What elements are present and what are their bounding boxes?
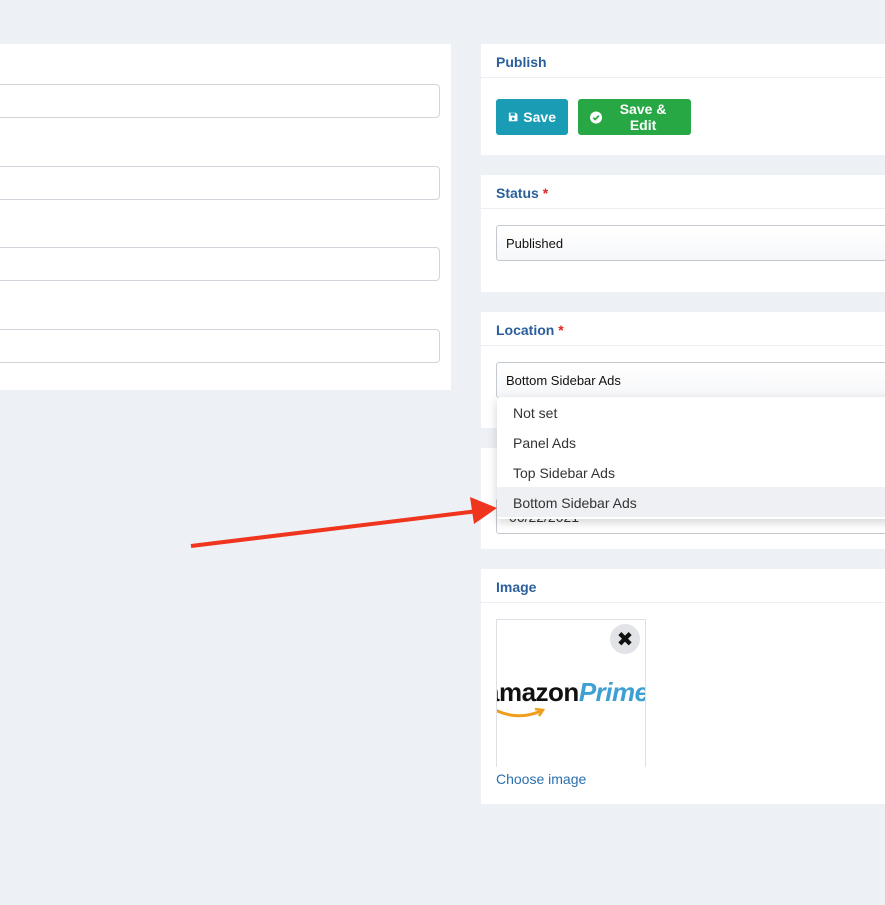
location-select[interactable]: Bottom Sidebar Ads <box>496 362 885 398</box>
save-button[interactable]: Save <box>496 99 568 135</box>
save-button-label: Save <box>523 109 556 125</box>
save-and-edit-button-label: Save & Edit <box>619 101 667 133</box>
location-header: Location * <box>481 312 885 346</box>
image-title: Image <box>496 579 537 595</box>
status-select[interactable]: Published <box>496 225 885 261</box>
location-title: Location <box>496 322 555 338</box>
status-box: Status * Published <box>481 175 885 292</box>
amazon-prime-logo: amazonPrime <box>497 677 645 718</box>
dropdown-option-panel-ads[interactable]: Panel Ads <box>497 427 885 457</box>
dropdown-option-not-set[interactable]: Not set <box>497 397 885 427</box>
form-input-4[interactable] <box>0 329 440 363</box>
location-selected-value: Bottom Sidebar Ads <box>506 373 621 388</box>
save-and-edit-button[interactable]: Save & Edit <box>578 99 691 135</box>
close-icon[interactable]: ✖ <box>610 624 640 654</box>
form-input-1[interactable] <box>0 84 440 118</box>
status-selected-value: Published <box>506 236 564 251</box>
dropdown-option-bottom-sidebar-ads[interactable]: Bottom Sidebar Ads <box>497 487 885 517</box>
status-title: Status <box>496 185 539 201</box>
image-header: Image <box>481 569 885 603</box>
publish-title: Publish <box>496 54 547 70</box>
form-input-2[interactable] <box>0 166 440 200</box>
publish-header: Publish <box>481 44 885 78</box>
location-dropdown-menu: Not set Panel Ads Top Sidebar Ads Bottom… <box>497 397 885 519</box>
status-header: Status * <box>481 175 885 209</box>
image-preview: amazonPrime ✖ <box>496 619 646 767</box>
check-circle-icon <box>590 110 603 124</box>
publish-box: Publish Save Save & Edit <box>481 44 885 155</box>
choose-image-link[interactable]: Choose image <box>496 771 586 787</box>
required-mark: * <box>542 185 549 201</box>
dropdown-option-top-sidebar-ads[interactable]: Top Sidebar Ads <box>497 457 885 487</box>
image-box: Image amazonPrime ✖ Choose image <box>481 569 885 804</box>
left-form-panel <box>0 44 451 390</box>
required-mark: * <box>558 322 564 338</box>
floppy-disk-icon <box>508 112 518 122</box>
form-input-3[interactable] <box>0 247 440 281</box>
smile-arrow-icon <box>497 707 546 718</box>
